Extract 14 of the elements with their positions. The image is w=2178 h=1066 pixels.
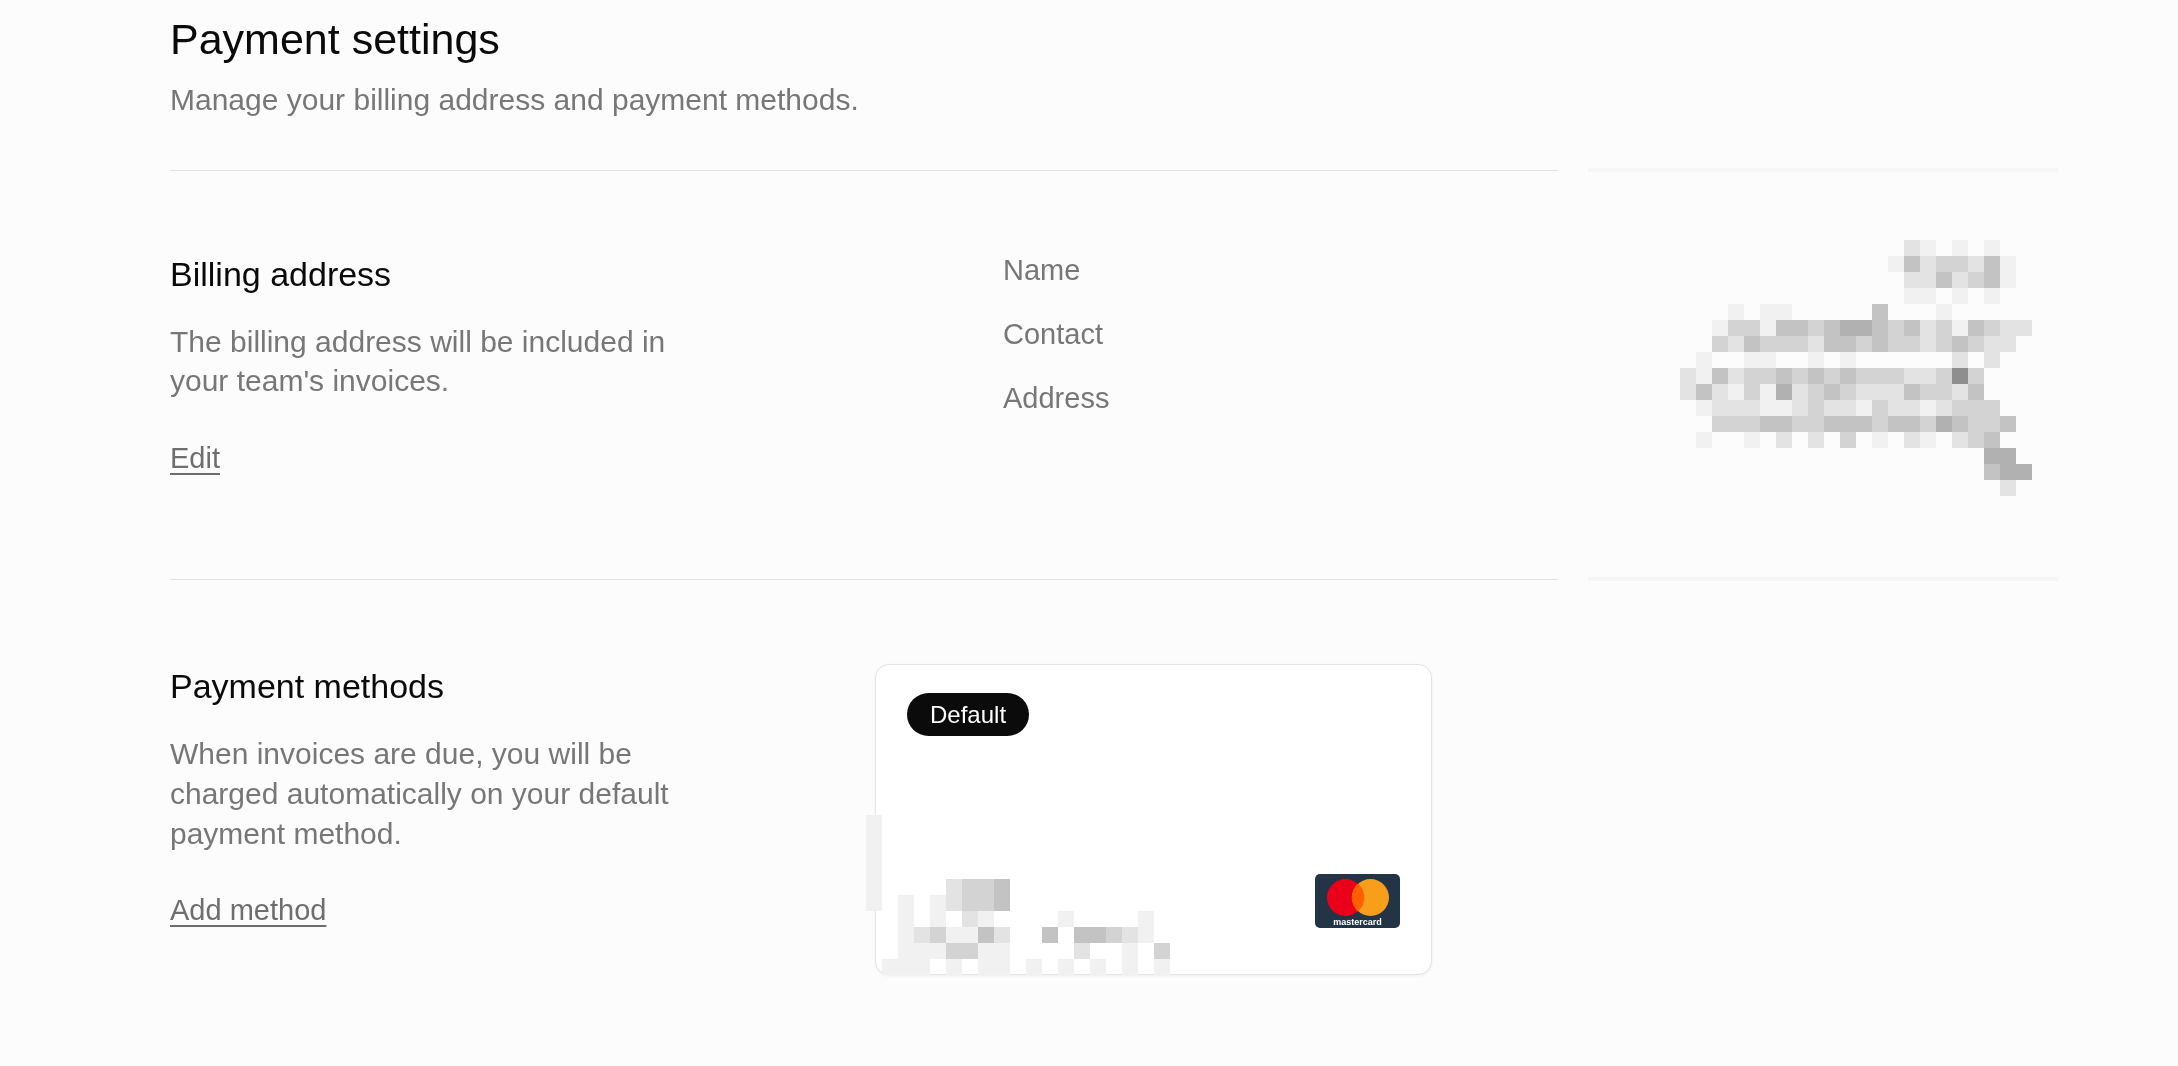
section-title: Payment methods	[170, 666, 445, 707]
page-title: Payment settings	[170, 14, 500, 64]
add-method-link[interactable]: Add method	[170, 892, 327, 928]
section-description: The billing address will be included in your team's invoices.	[170, 324, 667, 399]
field-label: Name	[1003, 253, 1081, 288]
page-subtitle: Manage your billing address and payment methods.	[170, 82, 859, 118]
field-label: Address	[1003, 381, 1110, 416]
card-brand-name: mastercard	[1333, 917, 1382, 927]
field-label: Contact	[1003, 317, 1103, 352]
edit-link[interactable]: Edit	[170, 440, 220, 476]
default-badge: Default	[907, 693, 1030, 736]
overlapping-circles-icon	[1326, 879, 1389, 916]
section-title: Billing address	[170, 254, 392, 295]
section-description: When invoices are due, you will be charged automatically on your default payment method.	[170, 736, 670, 852]
